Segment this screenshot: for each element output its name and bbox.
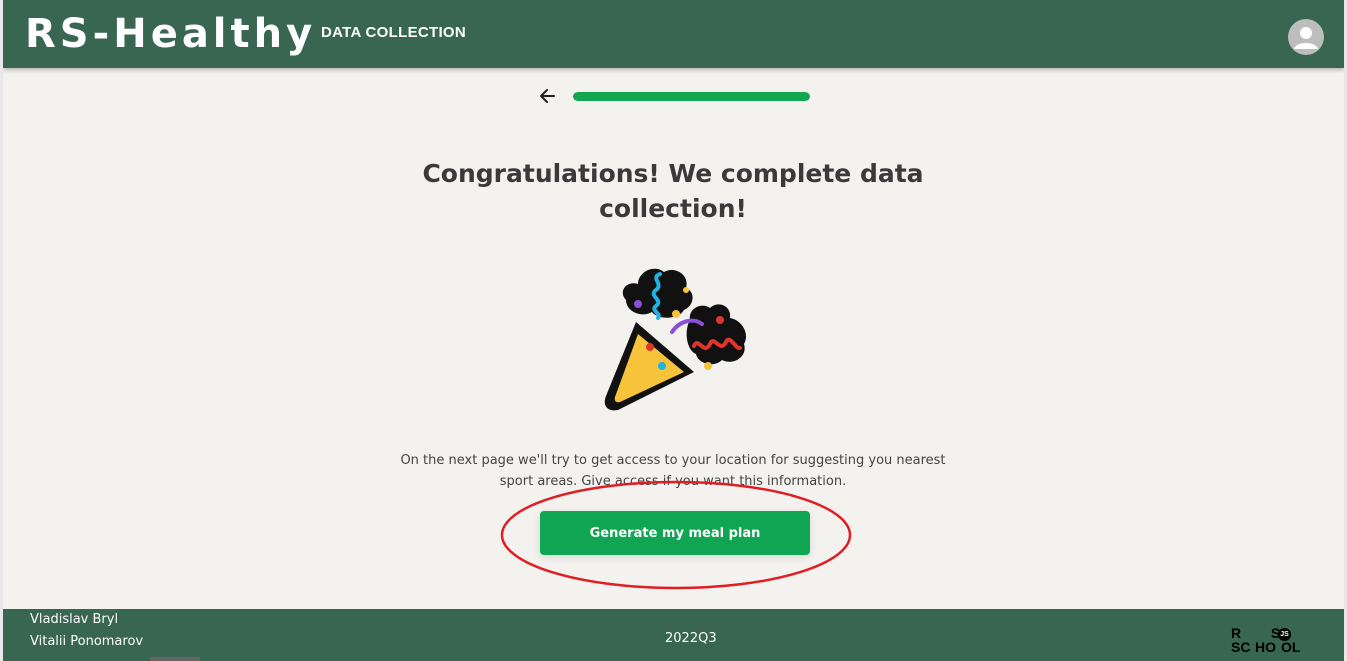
progress-row: [537, 84, 837, 110]
location-info-text: On the next page we'll try to get access…: [393, 450, 953, 492]
generate-meal-plan-button[interactable]: Generate my meal plan: [540, 511, 810, 555]
logo-letter: SC: [1231, 639, 1251, 655]
person-icon: [1294, 27, 1318, 49]
logo-letter: R: [1231, 625, 1242, 641]
year-label: 2022Q3: [665, 631, 717, 646]
author-name[interactable]: Vladislav Bryl: [30, 609, 143, 631]
app-logo[interactable]: RS-Healthy: [25, 8, 316, 60]
page-footer: Vladislav Bryl Vitalii Ponomarov 2022Q3 …: [3, 609, 1344, 661]
top-header: RS-Healthy DATA COLLECTION: [3, 0, 1344, 68]
logo-letter: OL: [1281, 639, 1301, 655]
user-avatar-button[interactable]: [1288, 19, 1324, 55]
page-headline: Congratulations! We complete data collec…: [422, 158, 924, 223]
horizontal-scrollbar[interactable]: [150, 657, 200, 661]
author-name[interactable]: Vitalii Ponomarov: [30, 631, 143, 653]
progress-fill: [573, 92, 810, 101]
rs-school-logo[interactable]: R S SC HO OL JS: [1228, 626, 1308, 660]
back-button[interactable]: [537, 85, 559, 107]
info-line: On the next page we'll try to get access…: [400, 453, 946, 468]
progress-bar: [573, 92, 810, 101]
info-line: sport areas. Give access if you want thi…: [499, 474, 847, 489]
app-frame: RS-Healthy DATA COLLECTION Congratulatio…: [3, 0, 1344, 661]
js-badge: JS: [1278, 628, 1291, 641]
party-popper-icon: [604, 268, 747, 411]
logo-letter: HO: [1255, 639, 1276, 655]
authors-list: Vladislav Bryl Vitalii Ponomarov: [30, 609, 143, 653]
arrow-left-icon: [540, 89, 555, 103]
section-title: DATA COLLECTION: [321, 24, 467, 41]
